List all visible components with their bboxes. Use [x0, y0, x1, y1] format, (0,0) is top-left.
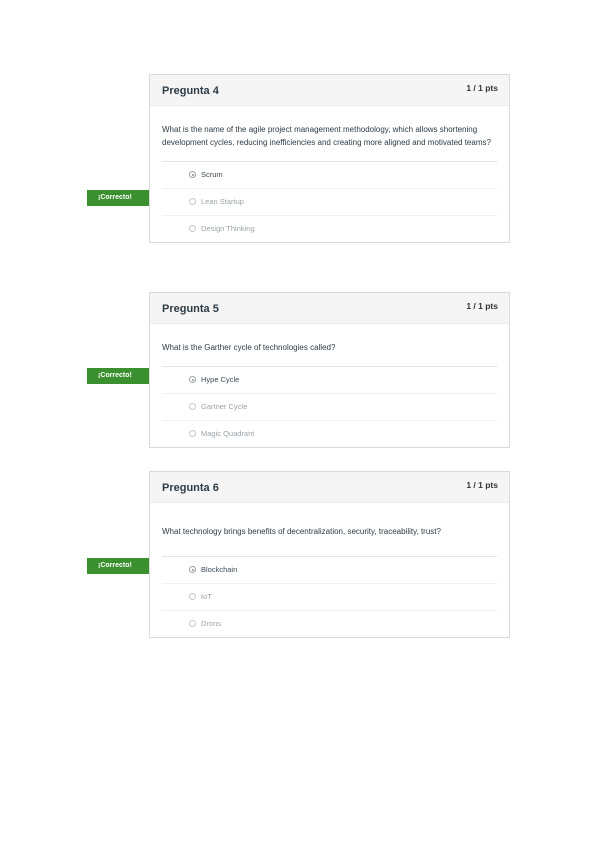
question-card-4: Pregunta 4 1 / 1 pts What is the name of… [149, 74, 510, 243]
question-points: 1 / 1 pts [466, 480, 498, 490]
radio-icon[interactable] [189, 430, 196, 437]
answer-label: Blockchain [201, 565, 238, 574]
radio-icon[interactable] [189, 403, 196, 410]
question-header: Pregunta 6 1 / 1 pts [150, 472, 509, 503]
answer-option[interactable]: Scrum [162, 162, 497, 189]
radio-icon[interactable] [189, 225, 196, 232]
question-text: What technology brings benefits of decen… [162, 503, 497, 557]
radio-icon[interactable] [189, 198, 196, 205]
radio-selected-icon[interactable] [189, 376, 196, 383]
answer-label: Lean Startup [201, 197, 244, 206]
question-header: Pregunta 4 1 / 1 pts [150, 75, 509, 106]
question-card-5: Pregunta 5 1 / 1 pts What is the Garther… [149, 292, 510, 448]
answer-label: Magic Quadrant [201, 429, 255, 438]
question-title: Pregunta 4 [162, 85, 219, 97]
correct-flag: ¡Correcto! [87, 190, 157, 206]
answer-option[interactable]: Gartner Cycle [162, 394, 497, 421]
answer-option[interactable]: Lean Startup [162, 189, 497, 216]
answer-label: Drons [201, 619, 222, 628]
question-text: What is the name of the agile project ma… [162, 106, 497, 162]
question-header: Pregunta 5 1 / 1 pts [150, 293, 509, 324]
question-title: Pregunta 5 [162, 303, 219, 315]
answer-option[interactable]: Blockchain [162, 557, 497, 584]
answer-label: Scrum [201, 170, 223, 179]
question-points: 1 / 1 pts [466, 301, 498, 311]
answer-label: Hype Cycle [201, 375, 240, 384]
radio-icon[interactable] [189, 620, 196, 627]
answer-option[interactable]: Design Thinking [162, 216, 497, 242]
answer-option[interactable]: Drons [162, 611, 497, 637]
question-title: Pregunta 6 [162, 482, 219, 494]
radio-selected-icon[interactable] [189, 171, 196, 178]
correct-flag: ¡Correcto! [87, 558, 157, 574]
radio-icon[interactable] [189, 593, 196, 600]
question-text: What is the Garther cycle of technologie… [162, 324, 497, 367]
answer-option[interactable]: Magic Quadrant [162, 421, 497, 447]
correct-flag: ¡Correcto! [87, 368, 157, 384]
answer-label: IoT [201, 592, 212, 601]
answer-option[interactable]: Hype Cycle [162, 367, 497, 394]
question-points: 1 / 1 pts [466, 83, 498, 93]
answer-label: Gartner Cycle [201, 402, 248, 411]
answer-label: Design Thinking [201, 224, 255, 233]
radio-selected-icon[interactable] [189, 566, 196, 573]
question-card-6: Pregunta 6 1 / 1 pts What technology bri… [149, 471, 510, 638]
answer-option[interactable]: IoT [162, 584, 497, 611]
